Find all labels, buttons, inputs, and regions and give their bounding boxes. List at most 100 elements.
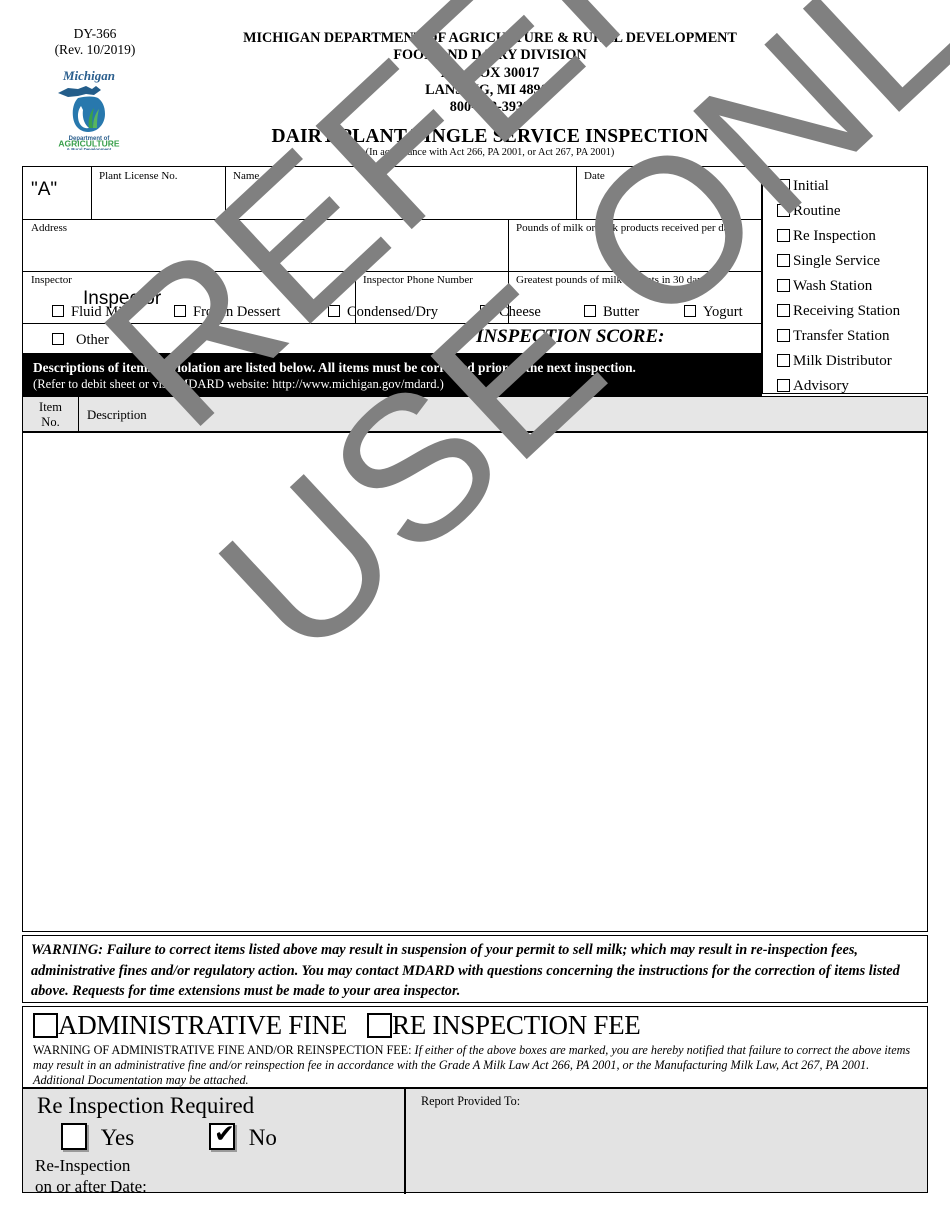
checkbox-icon[interactable] (328, 305, 340, 317)
warning-box: WARNING: Failure to correct items listed… (22, 935, 928, 1003)
inspection-score-label: INSPECTION SCORE: (476, 326, 665, 347)
fines-header: ADMINISTRATIVE FINE RE INSPECTION FEE (33, 1010, 641, 1042)
product-label: Condensed/Dry (347, 304, 439, 320)
reinspection-fee-checkbox-icon[interactable] (367, 1013, 393, 1038)
column-header-item-no: Item No. (23, 397, 79, 431)
identity-row-2: Address Pounds of milk or milk products … (23, 219, 761, 272)
checkbox-icon[interactable] (174, 305, 186, 317)
reinspection-no-option[interactable]: ✔ No (209, 1120, 277, 1151)
type-label: Routine (793, 203, 841, 219)
product-label: Yogurt (703, 304, 743, 320)
item-no-line1: Item (39, 400, 62, 414)
checkbox-icon[interactable] (777, 179, 790, 192)
reinspection-box: Re Inspection Required Yes ✔ No Re-Inspe… (22, 1088, 928, 1196)
address-label: Address (31, 222, 68, 234)
inspection-type-transfer-station[interactable]: Transfer Station (777, 329, 890, 344)
administrative-fine-label: ADMINISTRATIVE FINE (58, 1010, 348, 1040)
inspection-type-advisory[interactable]: Advisory (777, 379, 849, 394)
type-label: Re Inspection (793, 228, 876, 244)
form-code: DY-366 (73, 26, 117, 41)
reinspection-no-label: No (248, 1125, 277, 1150)
product-checkbox-fluid-milk[interactable]: Fluid Milk (52, 304, 133, 321)
type-label: Single Service (793, 253, 881, 269)
inspection-type-milk-distributor[interactable]: Milk Distributor (777, 354, 892, 369)
type-label: Initial (793, 178, 829, 194)
checkbox-icon[interactable] (777, 279, 790, 292)
product-label: Fluid Milk (71, 304, 134, 320)
checkbox-icon[interactable] (777, 229, 790, 242)
product-checkbox-condensed-dry[interactable]: Condensed/Dry (328, 304, 438, 321)
reinspection-required-title: Re Inspection Required (37, 1093, 255, 1118)
agency-line: MICHIGAN DEPARTMENT OF AGRICULTURE & RUR… (243, 30, 737, 46)
product-checkbox-butter[interactable]: Butter (584, 304, 639, 321)
reinspection-yes-option[interactable]: Yes (61, 1123, 134, 1151)
product-checkbox-cheese[interactable]: Cheese (480, 304, 541, 321)
agency-line: P.O. BOX 30017 (440, 64, 540, 81)
divider (404, 1089, 406, 1194)
administrative-fine-checkbox-icon[interactable] (33, 1013, 58, 1038)
type-label: Receiving Station (793, 303, 901, 319)
inspection-type-initial[interactable]: Initial (777, 179, 829, 194)
agency-line: FOOD AND DAIRY DIVISION (393, 47, 587, 64)
form-revision: (Rev. 10/2019) (54, 42, 136, 57)
agency-line: 800-292-3939 (449, 99, 531, 116)
pounds-per-day-label: Pounds of milk or milk products received… (516, 222, 735, 234)
item-no-line2: No. (41, 415, 60, 429)
greatest-pounds-label: Greatest pounds of milk receipts in 30 d… (516, 274, 707, 286)
form-code-block: DY-366 (Rev. 10/2019) (40, 26, 150, 58)
checkbox-icon[interactable] (777, 204, 790, 217)
product-checkbox-frozen-dessert[interactable]: Frozen Dessert (174, 304, 280, 321)
product-label: Frozen Dessert (193, 304, 281, 320)
notice-line-1: Descriptions of items in violation are l… (33, 360, 636, 375)
divider (508, 219, 509, 271)
checkbox-icon[interactable] (777, 329, 790, 342)
reinspection-date-label: Re-Inspection on or after Date: (35, 1155, 147, 1197)
svg-text:& Rural Development: & Rural Development (67, 147, 112, 150)
checkbox-icon[interactable] (61, 1123, 87, 1150)
checkbox-icon[interactable] (777, 354, 790, 367)
inspection-type-wash-station[interactable]: Wash Station (777, 279, 872, 294)
checkbox-icon[interactable] (777, 379, 790, 392)
checkbox-icon[interactable] (777, 254, 790, 267)
inspector-phone-label: Inspector Phone Number (363, 274, 473, 286)
report-provided-to-label: Report Provided To: (421, 1094, 521, 1108)
page-title: DAIRY PLANT/SINGLE SERVICE INSPECTION (271, 126, 709, 147)
inspection-type-single-service[interactable]: Single Service (777, 254, 880, 269)
checkbox-icon[interactable] (52, 333, 64, 345)
inspection-type-receiving-station[interactable]: Receiving Station (777, 304, 900, 319)
fines-box: ADMINISTRATIVE FINE RE INSPECTION FEE WA… (22, 1006, 928, 1088)
inspection-type-re-inspection[interactable]: Re Inspection (777, 229, 876, 244)
checkbox-icon[interactable] (584, 305, 596, 317)
name-label: Name (233, 170, 260, 182)
michigan-agriculture-logo-icon: Michigan Department of AGRICULTURE & Rur… (48, 62, 130, 152)
document-header: DY-366 (Rev. 10/2019) Michigan Departmen… (0, 0, 950, 160)
reinspection-date-line1: Re-Inspection (35, 1156, 131, 1175)
mdard-logo: Michigan Department of AGRICULTURE & Rur… (48, 62, 130, 152)
checkbox-icon[interactable] (480, 305, 492, 317)
inspector-label: Inspector (31, 274, 72, 286)
divider (225, 167, 226, 219)
svg-text:Michigan: Michigan (62, 68, 115, 83)
violations-table-header: Item No. Description (22, 396, 928, 432)
product-checkbox-other[interactable]: Other (52, 332, 109, 349)
checkbox-icon[interactable] (52, 305, 64, 317)
type-label: Transfer Station (793, 328, 890, 344)
product-checkbox-yogurt[interactable]: Yogurt (684, 304, 743, 321)
violations-table-body[interactable] (22, 432, 928, 932)
plant-license-label: Plant License No. (99, 170, 178, 182)
notice-line-2: (Refer to debit sheet or visit MDARD web… (33, 377, 444, 391)
column-header-description: Description (87, 408, 147, 422)
inspection-type-routine[interactable]: Routine (777, 204, 841, 219)
product-label: Cheese (499, 304, 541, 320)
product-checkbox-row: Fluid Milk Frozen Dessert Condensed/Dry … (22, 298, 762, 354)
document-page: DY-366 (Rev. 10/2019) Michigan Departmen… (0, 0, 950, 1230)
reinspection-date-line2: on or after Date: (35, 1177, 147, 1196)
checkbox-icon[interactable] (777, 304, 790, 317)
divider (576, 167, 577, 219)
fines-note-caps: WARNING OF ADMINISTRATIVE FINE AND/OR RE… (33, 1043, 412, 1057)
checkbox-checked-icon[interactable]: ✔ (209, 1120, 235, 1150)
checkbox-icon[interactable] (684, 305, 696, 317)
type-label: Wash Station (793, 278, 873, 294)
violation-notice-bar: Descriptions of items in violation are l… (22, 354, 762, 396)
inspection-type-column: Initial Routine Re Inspection Single Ser… (762, 166, 928, 394)
